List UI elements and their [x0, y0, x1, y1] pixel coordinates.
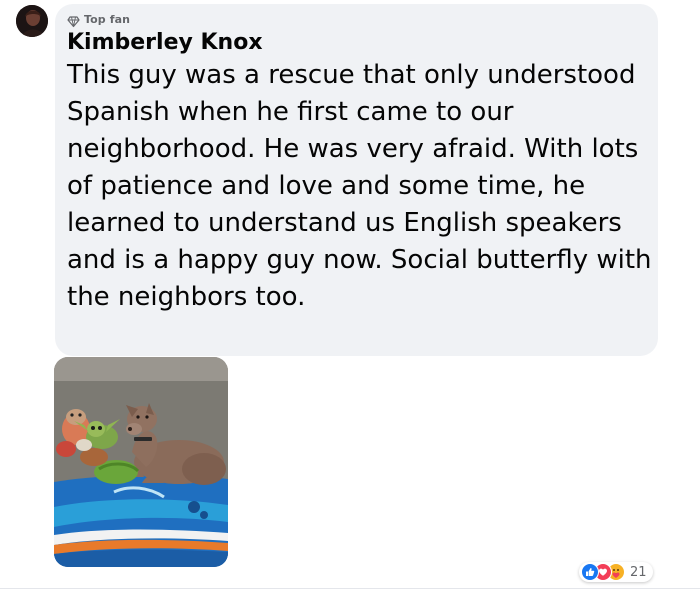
reaction-count: 21	[630, 564, 647, 580]
diamond-icon	[67, 13, 80, 27]
top-fan-badge: Top fan	[67, 12, 646, 27]
reactions-summary[interactable]: 21	[579, 562, 653, 582]
dog-photo	[54, 357, 228, 567]
comment-bubble: Top fan Kimberley Knox This guy was a re…	[55, 4, 658, 356]
comment-photo[interactable]	[54, 357, 228, 567]
author-avatar[interactable]	[16, 5, 48, 37]
like-icon	[581, 563, 599, 581]
badge-label: Top fan	[84, 12, 131, 26]
comment-text: This guy was a rescue that only understo…	[67, 60, 652, 312]
profile-photo	[16, 5, 48, 37]
author-name[interactable]: Kimberley Knox	[67, 29, 646, 57]
